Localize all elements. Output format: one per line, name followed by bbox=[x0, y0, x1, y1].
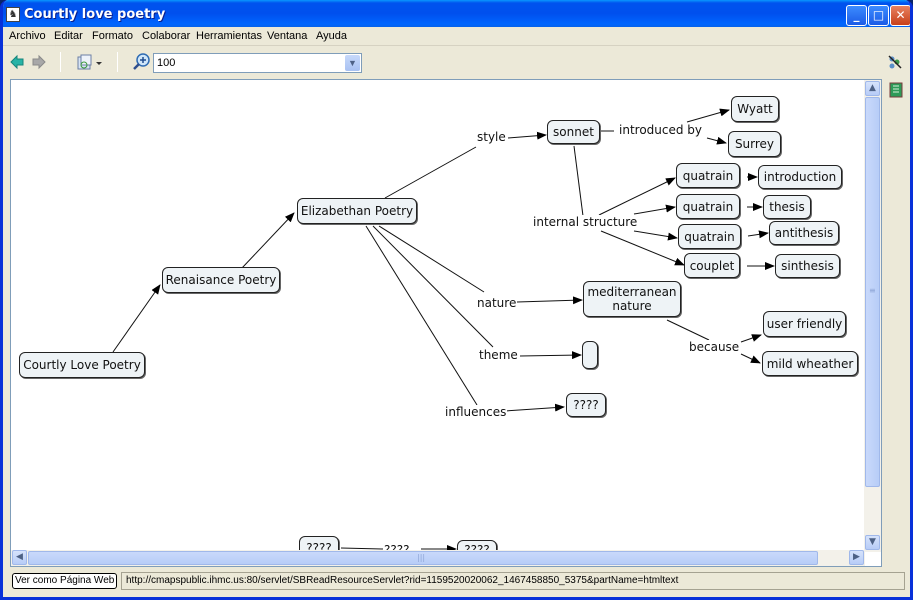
menu-herramientas[interactable]: Herramientas bbox=[196, 30, 262, 42]
scroll-up-button[interactable]: ▲ bbox=[865, 81, 880, 96]
link-nature[interactable]: nature bbox=[476, 296, 518, 310]
edge-mediterranean-because bbox=[666, 319, 710, 341]
edge-sonnet-internal bbox=[573, 145, 584, 217]
close-button[interactable]: ✕ bbox=[890, 5, 910, 26]
horizontal-scroll-thumb[interactable]: ||| bbox=[28, 551, 818, 565]
concept-mediterranean-nature[interactable]: mediterranean nature bbox=[583, 281, 681, 317]
forward-button[interactable] bbox=[31, 54, 47, 74]
concept-map-canvas[interactable]: Courtly Love Poetry Renaisance Poetry El… bbox=[11, 80, 865, 552]
back-button[interactable] bbox=[9, 54, 25, 74]
link-theme[interactable]: theme bbox=[478, 348, 519, 362]
edge-quatrain3-antithesis bbox=[747, 230, 769, 239]
menu-colaborar[interactable]: Colaborar bbox=[142, 30, 190, 42]
concept-renaissance-poetry[interactable]: Renaisance Poetry bbox=[162, 267, 280, 293]
menu-bar: Archivo Editar Formato Colaborar Herrami… bbox=[3, 27, 910, 46]
concept-empty[interactable] bbox=[582, 341, 598, 369]
edge-elizabethan-style bbox=[384, 146, 477, 199]
edge-introduced-surrey bbox=[706, 136, 727, 145]
presentation-icon bbox=[77, 54, 102, 70]
concept-mild-weather[interactable]: mild wheather bbox=[762, 351, 858, 376]
view-mode-button[interactable] bbox=[75, 53, 105, 77]
edge-renaissance-elizabethan bbox=[241, 212, 295, 269]
edge-internal-quatrain2 bbox=[633, 204, 676, 215]
edge-internal-couplet bbox=[600, 230, 685, 266]
minimize-button[interactable]: _ bbox=[846, 5, 867, 26]
status-bar: Ver como Página Web http://cmapspublic.i… bbox=[3, 570, 910, 592]
concept-couplet[interactable]: couplet bbox=[684, 253, 740, 278]
concept-thesis[interactable]: thesis bbox=[763, 195, 811, 219]
menu-formato[interactable]: Formato bbox=[92, 30, 133, 42]
concept-quatrain[interactable]: quatrain bbox=[678, 224, 741, 249]
concept-unknown[interactable]: ???? bbox=[566, 393, 606, 417]
link-introduced-by[interactable]: introduced by bbox=[618, 123, 704, 137]
concept-quatrain[interactable]: quatrain bbox=[676, 163, 740, 188]
notes-button[interactable] bbox=[889, 82, 903, 102]
menu-archivo[interactable]: Archivo bbox=[9, 30, 46, 42]
concept-introduction[interactable]: introduction bbox=[758, 165, 842, 189]
vertical-scroll-thumb[interactable]: ≡ bbox=[865, 97, 880, 487]
concept-wyatt[interactable]: Wyatt bbox=[731, 96, 779, 122]
edge-elizabethan-nature bbox=[378, 225, 485, 293]
arrow-left-icon bbox=[10, 54, 24, 70]
link-style[interactable]: style bbox=[476, 130, 507, 144]
concept-courtly-love-poetry[interactable]: Courtly Love Poetry bbox=[19, 352, 145, 378]
app-window: ♞ Courtly love poetry _ □ ✕ Archivo Edit… bbox=[0, 0, 913, 600]
collaboration-disabled-icon bbox=[888, 55, 902, 69]
view-as-web-page-button[interactable]: Ver como Página Web bbox=[12, 573, 118, 589]
concept-sonnet[interactable]: sonnet bbox=[547, 120, 600, 144]
link-internal-structure[interactable]: internal structure bbox=[532, 215, 639, 229]
title-bar[interactable]: ♞ Courtly love poetry _ □ ✕ bbox=[3, 0, 910, 30]
toolbar-separator bbox=[117, 52, 118, 72]
notes-icon bbox=[889, 82, 903, 98]
zoom-level-select[interactable]: 100 ▼ bbox=[153, 53, 362, 73]
cmap-app-icon: ♞ bbox=[6, 7, 20, 22]
menu-ventana[interactable]: Ventana bbox=[267, 30, 307, 42]
chevron-down-icon[interactable]: ▼ bbox=[345, 55, 360, 71]
link-because[interactable]: because bbox=[688, 340, 741, 354]
concept-antithesis[interactable]: antithesis bbox=[769, 221, 839, 245]
horizontal-scrollbar[interactable]: ◀ ||| ▶ bbox=[11, 550, 865, 566]
zoom-button[interactable] bbox=[133, 53, 151, 75]
edge-because-userfriendly bbox=[740, 334, 762, 343]
edge-courtly-renaissance bbox=[112, 284, 161, 353]
zoom-in-icon bbox=[133, 53, 150, 70]
edge-introduced-wyatt bbox=[686, 108, 730, 123]
scroll-down-button[interactable]: ▼ bbox=[865, 535, 880, 550]
toolbar-separator bbox=[60, 52, 61, 72]
concept-elizabethan-poetry[interactable]: Elizabethan Poetry bbox=[297, 198, 417, 224]
edge-theme-empty bbox=[519, 351, 582, 360]
edge-style-sonnet bbox=[507, 131, 547, 140]
menu-ayuda[interactable]: Ayuda bbox=[316, 30, 347, 42]
menu-editar[interactable]: Editar bbox=[54, 30, 83, 42]
concept-sinthesis[interactable]: sinthesis bbox=[775, 254, 840, 278]
window-title: Courtly love poetry bbox=[24, 7, 166, 22]
edge-because-mildweather bbox=[740, 353, 761, 364]
edge-nature-mediterranean bbox=[516, 296, 583, 305]
edge-influences-q bbox=[504, 403, 565, 412]
edge-internal-quatrain3 bbox=[633, 230, 678, 241]
scroll-right-button[interactable]: ▶ bbox=[849, 550, 864, 565]
maximize-button[interactable]: □ bbox=[868, 5, 889, 26]
resource-url-field[interactable]: http://cmapspublic.ihmc.us:80/servlet/SB… bbox=[121, 572, 905, 590]
edge-bottom-q1-link bbox=[340, 547, 384, 550]
scroll-left-button[interactable]: ◀ bbox=[12, 550, 27, 565]
vertical-scrollbar[interactable]: ▲ ≡ ▼ bbox=[864, 80, 881, 552]
link-influences[interactable]: influences bbox=[444, 405, 508, 419]
concept-quatrain[interactable]: quatrain bbox=[676, 194, 740, 219]
collaboration-toggle-button[interactable] bbox=[887, 54, 903, 74]
zoom-level-value: 100 bbox=[157, 57, 176, 69]
concept-surrey[interactable]: Surrey bbox=[728, 131, 781, 157]
concept-user-friendly[interactable]: user friendly bbox=[763, 311, 846, 337]
concept-map-viewport: Courtly Love Poetry Renaisance Poetry El… bbox=[10, 79, 882, 567]
arrow-right-icon bbox=[32, 54, 46, 70]
